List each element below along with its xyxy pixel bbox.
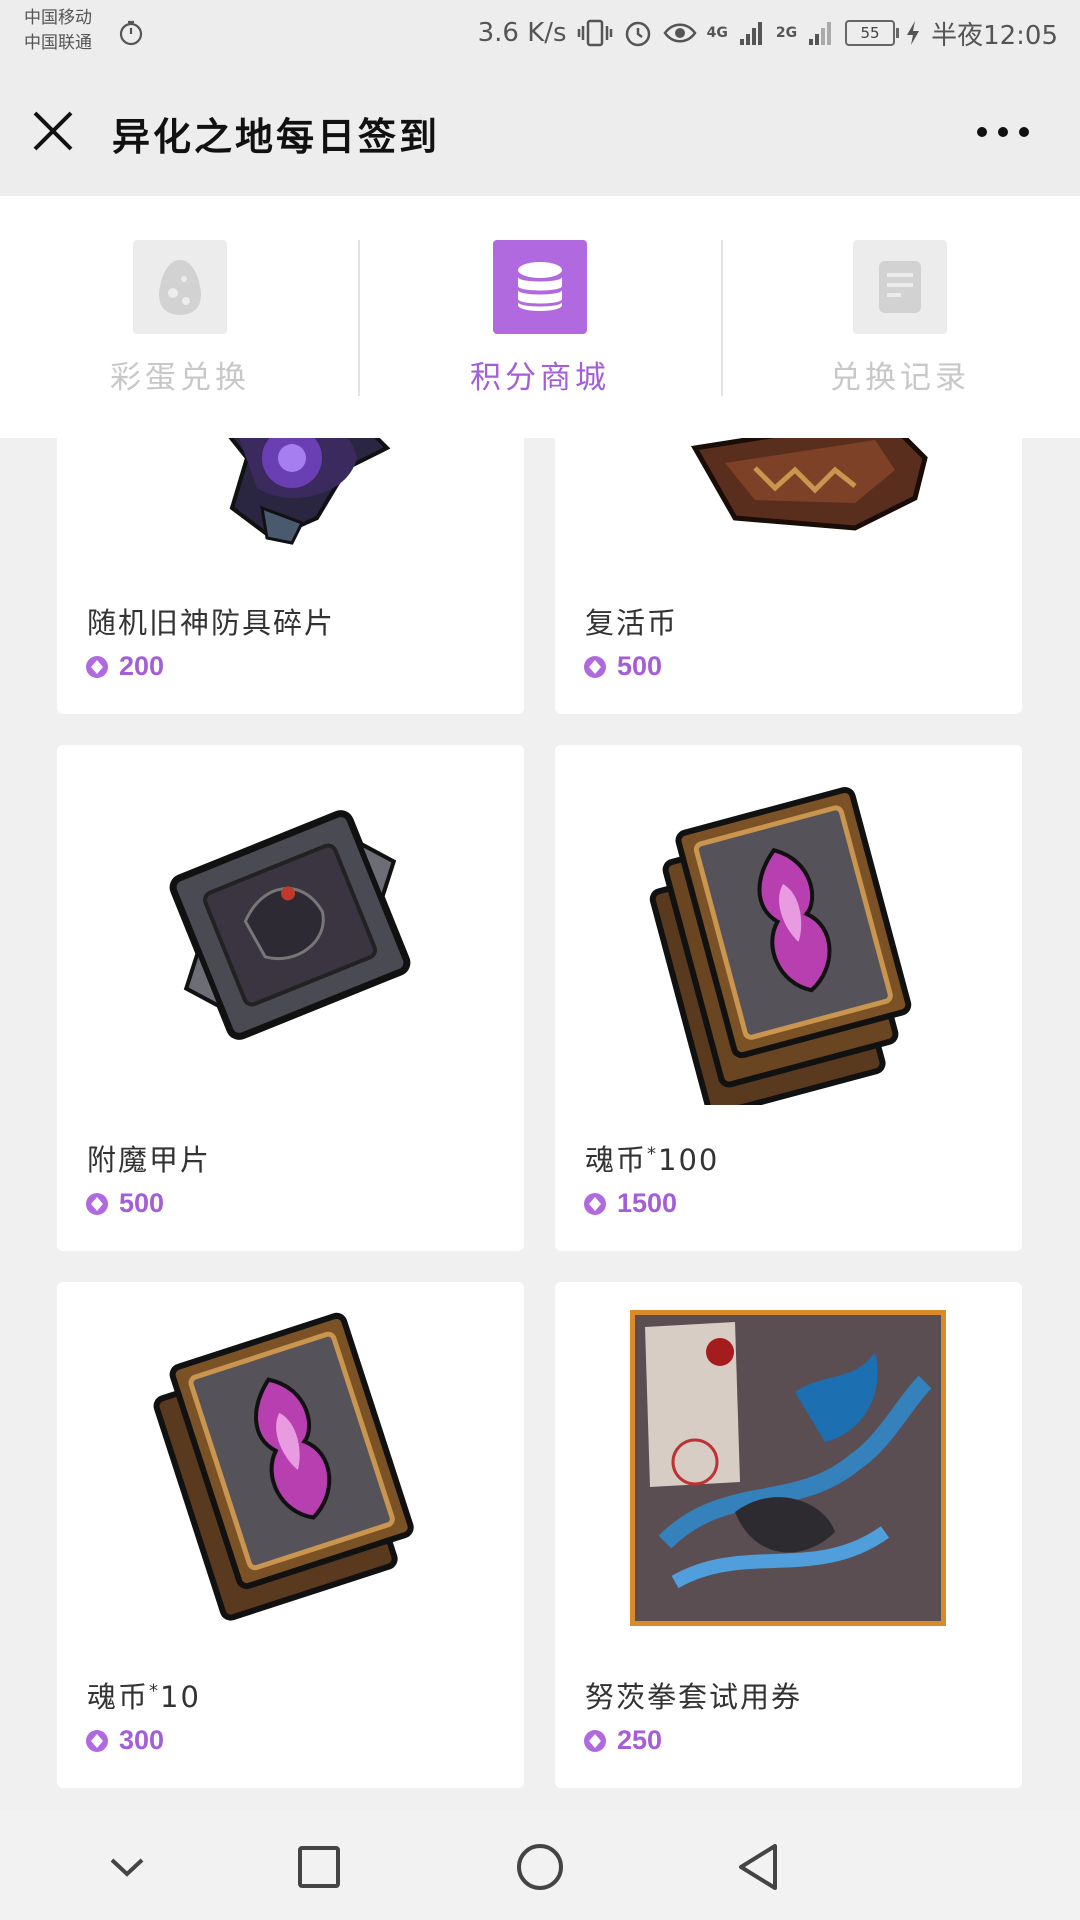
egg-icon (159, 260, 201, 315)
tab-divider (358, 240, 360, 396)
points-coin-icon (86, 1729, 108, 1752)
price-value: 500 (119, 1188, 165, 1218)
status-indicators: 3.6 K/s 4G 2G 55 半夜12:05 (477, 16, 1058, 51)
product-name: 复活币 (585, 606, 679, 640)
price-value: 500 (617, 651, 663, 681)
back-icon[interactable] (733, 1840, 787, 1894)
points-coin-icon (86, 1192, 108, 1215)
clock: 半夜12:05 (931, 20, 1058, 51)
product-price: 250 (583, 1725, 662, 1756)
product-card[interactable]: 魂币*100 1500 (555, 745, 1022, 1251)
product-name-main: 魂币 (585, 1143, 648, 1177)
signal-icon (739, 22, 762, 45)
network-speed: 3.6 K/s (477, 18, 567, 48)
product-name-qty: 10 (160, 1680, 201, 1714)
points-coin-icon (584, 1192, 606, 1215)
recent-apps-icon[interactable] (292, 1840, 346, 1894)
carrier-1: 中国移动 (24, 8, 92, 28)
enchant-plate-art (169, 810, 411, 1040)
price-value: 200 (119, 651, 165, 681)
soul-cards-pair-art (153, 1312, 414, 1621)
product-name: 附魔甲片 (87, 1143, 212, 1177)
product-name-qty: 100 (658, 1143, 720, 1177)
price-value: 300 (119, 1725, 165, 1755)
tab-icon-box (853, 240, 947, 334)
price-value: 1500 (617, 1188, 678, 1218)
home-icon[interactable] (513, 1840, 567, 1894)
network-type-2: 2G (775, 25, 798, 41)
close-icon[interactable] (32, 110, 74, 152)
vibrate-icon (577, 19, 612, 47)
product-price: 200 (85, 651, 164, 682)
eye-icon (663, 23, 697, 43)
product-price: 1500 (583, 1188, 677, 1219)
product-price: 500 (583, 651, 662, 682)
document-icon (879, 261, 921, 313)
product-card[interactable]: 附魔甲片 500 (57, 745, 524, 1251)
product-name-sup: * (647, 1143, 659, 1165)
tab-icon-box (493, 240, 587, 334)
product-price: 500 (85, 1188, 164, 1219)
points-coin-icon (584, 655, 606, 678)
product-card[interactable]: 努茨拳套试用券 250 (555, 1282, 1022, 1788)
product-card[interactable]: 魂币*10 300 (57, 1282, 524, 1788)
tab-egg-exchange[interactable]: 彩蛋兑换 (0, 196, 360, 438)
points-coin-icon (86, 655, 108, 678)
tab-icon-box (133, 240, 227, 334)
product-name: 魂币*10 (87, 1674, 201, 1716)
page-title: 异化之地每日签到 (112, 115, 441, 159)
system-nav-bar (0, 1810, 1080, 1920)
product-name: 随机旧神防具碎片 (87, 606, 336, 640)
product-name-main: 魂币 (87, 1680, 150, 1714)
product-name-sup: * (149, 1680, 161, 1702)
gauntlet-voucher-art (630, 1310, 946, 1626)
product-name: 努茨拳套试用券 (585, 1680, 803, 1714)
tab-bar: 彩蛋兑换 积分商城 兑换记录 (0, 196, 1080, 438)
product-name: 魂币*100 (585, 1137, 719, 1179)
carrier-2: 中国联通 (24, 33, 92, 53)
carrier-info: 中国移动 中国联通 (24, 6, 92, 56)
tab-divider (721, 240, 723, 396)
soul-cards-stack-art (649, 787, 912, 1105)
product-price: 300 (85, 1725, 164, 1756)
chevron-down-icon[interactable] (100, 1840, 154, 1894)
more-options-icon[interactable] (976, 124, 1030, 140)
title-bar: 异化之地每日签到 (0, 66, 1080, 196)
price-value: 250 (617, 1725, 663, 1755)
network-type-1: 4G (706, 25, 728, 41)
tab-label: 彩蛋兑换 (110, 360, 250, 396)
status-bar: 中国移动 中国联通 3.6 K/s 4G 2G 55 半夜12:05 (0, 0, 1080, 66)
points-coin-icon (584, 1729, 606, 1752)
database-icon (518, 262, 562, 311)
tab-label: 积分商城 (470, 360, 610, 396)
tab-exchange-records[interactable]: 兑换记录 (720, 196, 1080, 438)
tab-points-mall[interactable]: 积分商城 (360, 196, 720, 438)
charging-icon (907, 21, 920, 45)
alarm-icon (625, 21, 650, 47)
stopwatch-icon (119, 20, 143, 46)
battery-icon: 55 (845, 20, 900, 46)
tab-label: 兑换记录 (830, 360, 970, 396)
signal-icon (809, 22, 832, 45)
